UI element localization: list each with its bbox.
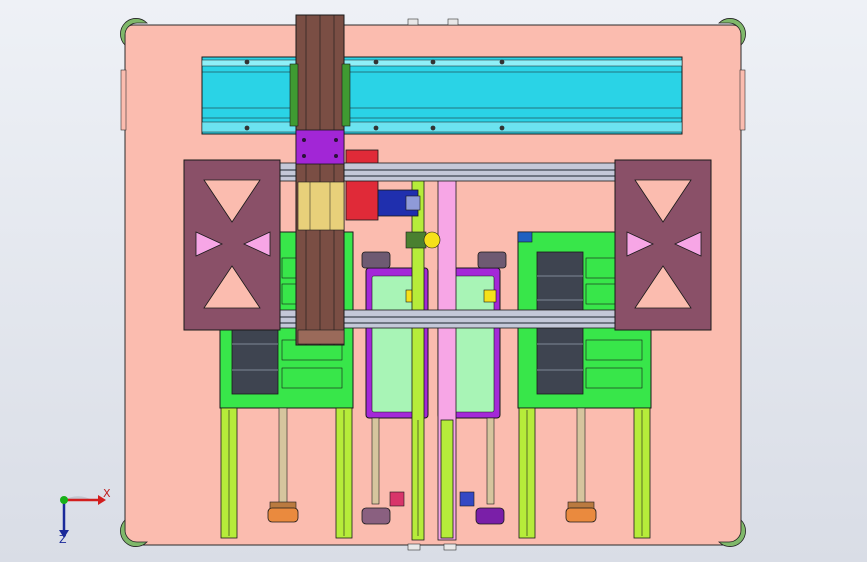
top-sensor [405,231,441,249]
vertical-carriage [295,129,345,165]
horizontal-linear-rail [201,56,683,135]
x-axis-label: X [103,487,111,500]
right-end-bracket [614,159,712,331]
machine-assembly-drawing [59,14,746,551]
cad-viewport[interactable]: X Z [0,0,867,562]
right-adjust-knob [565,507,597,523]
vertical-column [289,14,351,346]
left-adjust-knob [267,507,299,523]
y-axis-marker [60,496,68,504]
z-axis-label: Z [59,533,67,546]
left-end-bracket [183,159,281,331]
axis-triad [59,495,106,538]
